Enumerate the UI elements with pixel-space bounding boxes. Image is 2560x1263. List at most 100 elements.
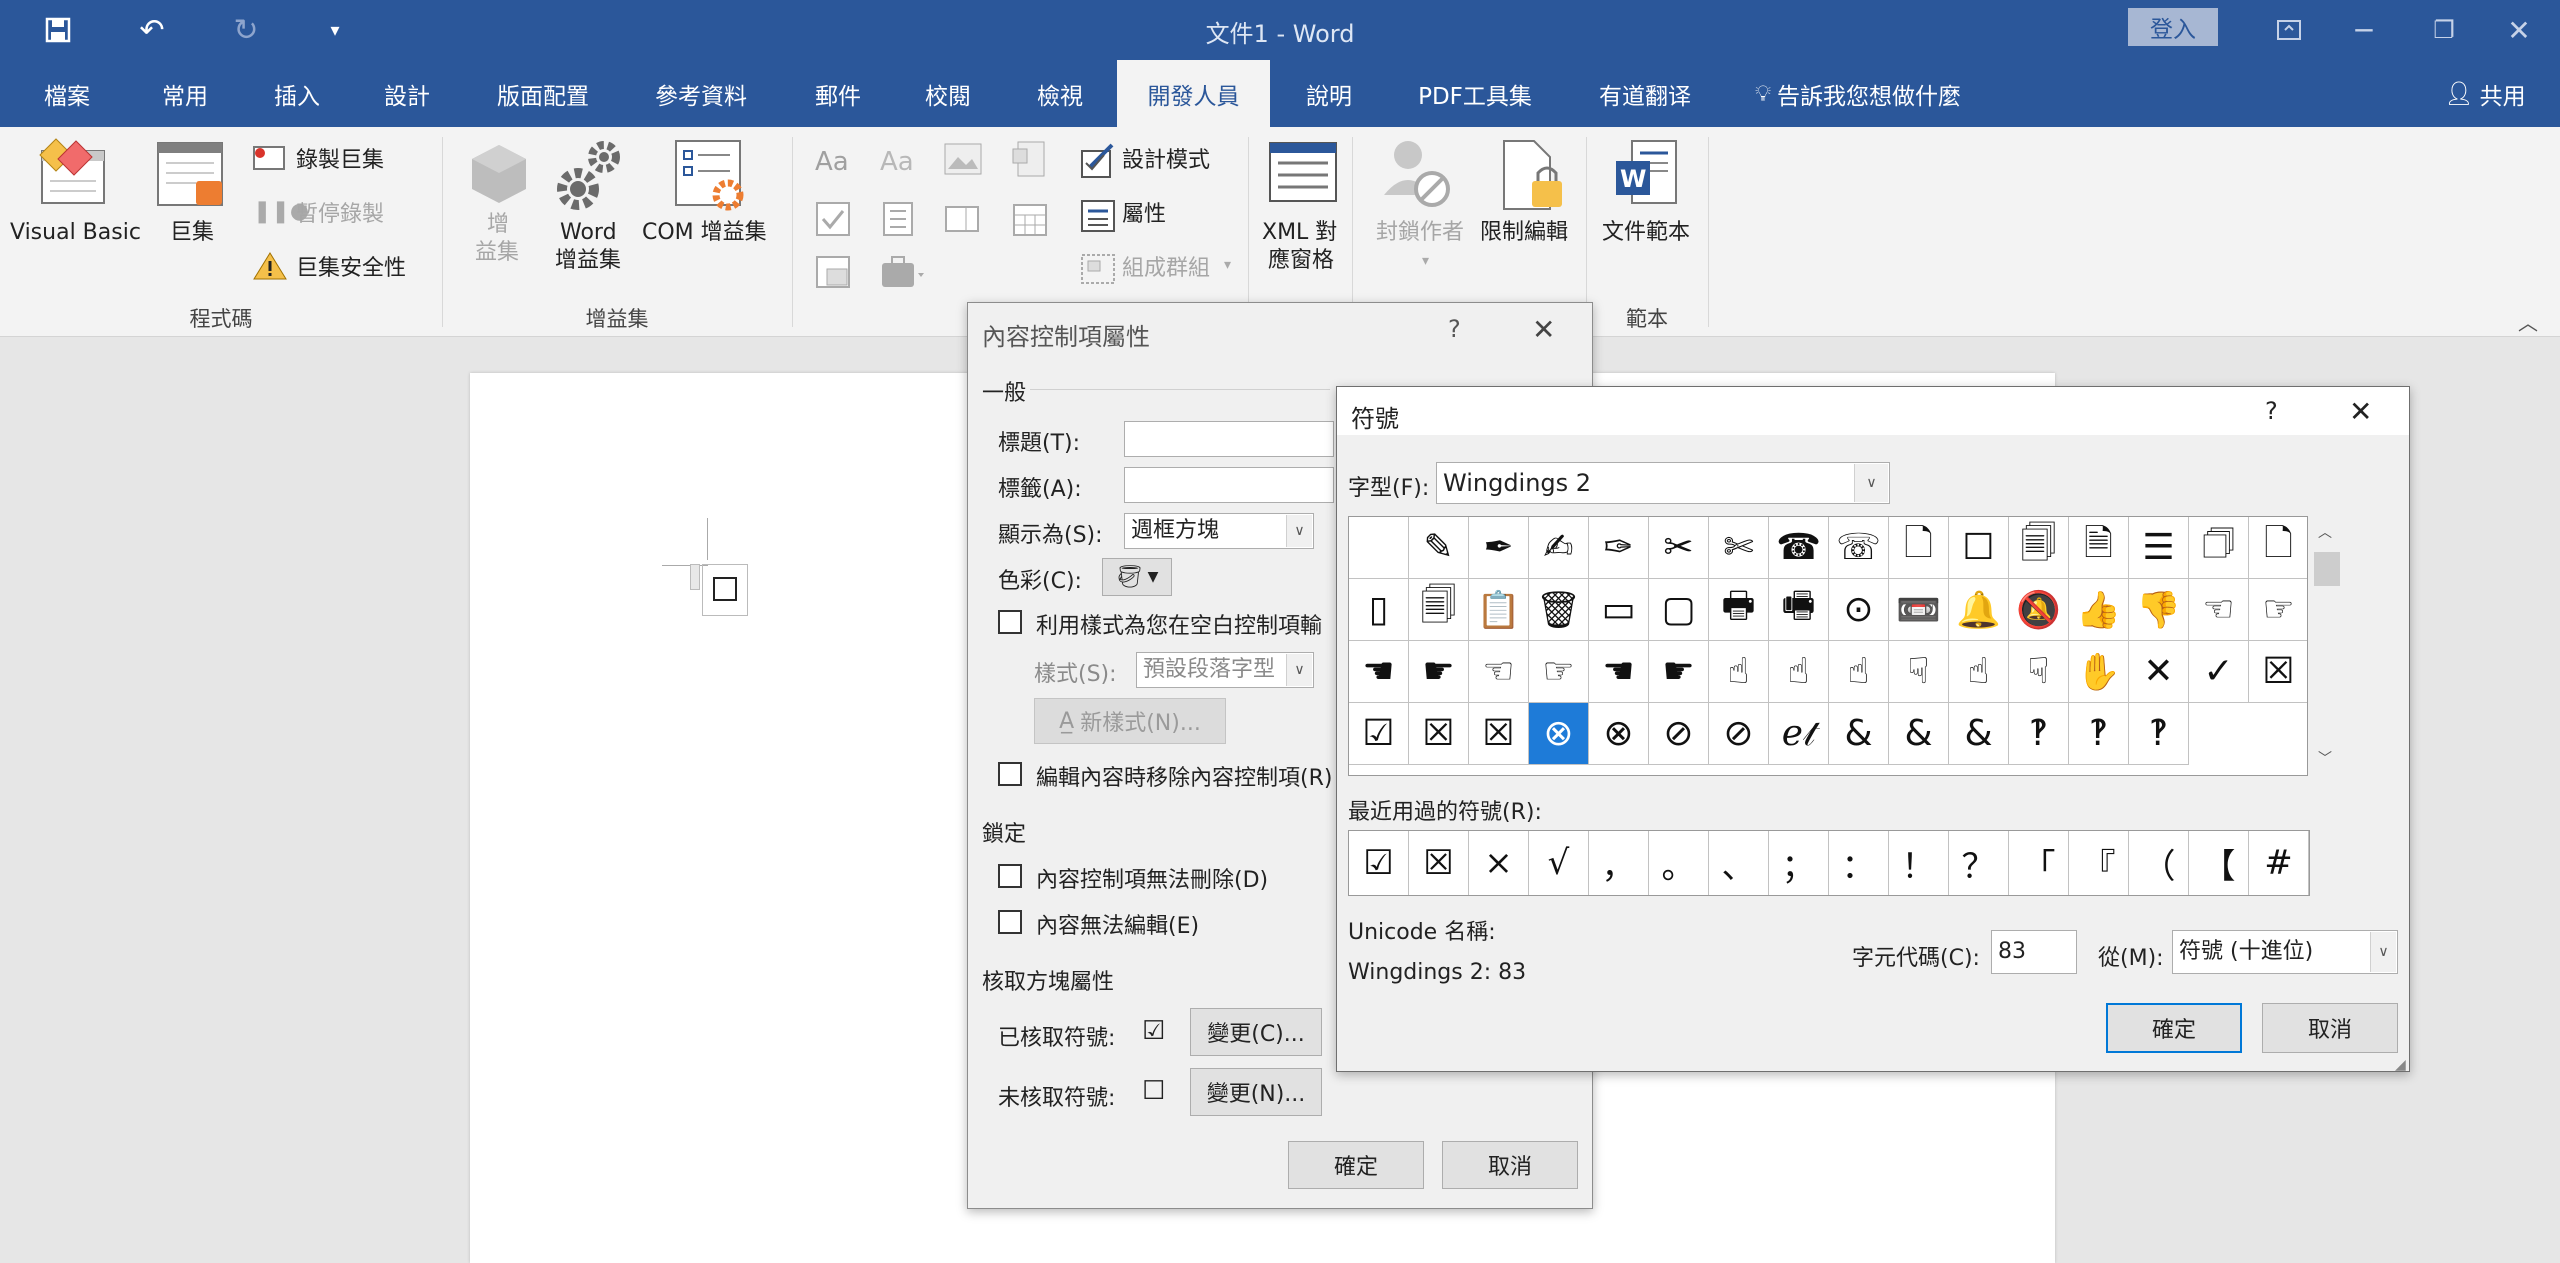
change-unchecked-button[interactable]: 變更(N)... — [1190, 1068, 1322, 1116]
symbol-cell[interactable]: ‽ — [2129, 703, 2189, 765]
symbol-cell[interactable]: 👎 — [2129, 579, 2189, 641]
color-picker-button[interactable]: 🪣︎ ▼ — [1102, 558, 1172, 596]
group-button[interactable]: 組成群組 — [1122, 255, 1210, 283]
tab-file[interactable]: 檔案 — [24, 60, 110, 127]
symbol-cell[interactable]: ☝ — [1769, 641, 1829, 703]
plain-text-control-icon[interactable]: Aa — [880, 147, 914, 177]
resize-grip-icon[interactable]: ◢ — [2395, 1057, 2406, 1073]
symbol-cell[interactable]: ☑ — [1349, 703, 1409, 765]
help-icon[interactable]: ? — [1448, 315, 1461, 343]
block-authors-button[interactable]: 封鎖作者 — [1376, 219, 1464, 247]
symbol-cell[interactable]: ☞ — [2249, 579, 2307, 641]
change-checked-button[interactable]: 變更(C)... — [1190, 1008, 1322, 1056]
no-delete-checkbox[interactable] — [998, 864, 1022, 888]
symbol-cell[interactable]: ⊘ — [1649, 703, 1709, 765]
symbol-cell[interactable]: 🔔 — [1949, 579, 2009, 641]
symbol-cell[interactable]: ✒ — [1469, 517, 1529, 579]
symbol-cell[interactable]: ▭ — [1589, 579, 1649, 641]
symbol-cell[interactable]: 👍 — [2069, 579, 2129, 641]
properties-button[interactable]: 屬性 — [1122, 201, 1166, 229]
recent-symbol-cell[interactable]: × — [1469, 831, 1529, 895]
symbol-cell[interactable]: 🗐 — [2009, 517, 2069, 579]
symbol-cell[interactable]: ☒ — [2249, 641, 2307, 703]
recent-symbol-cell[interactable]: 『 — [2069, 831, 2129, 895]
recent-symbol-cell[interactable]: ！ — [1889, 831, 1949, 895]
symbol-cell[interactable]: 📼 — [1889, 579, 1949, 641]
symbol-cell[interactable]: ☝ — [1949, 641, 2009, 703]
help-icon[interactable]: ? — [2265, 397, 2278, 425]
symbol-cell[interactable]: ☏ — [1829, 517, 1889, 579]
recent-symbol-cell[interactable]: ： — [1829, 831, 1889, 895]
symbol-cell[interactable]: ⊗ — [1529, 703, 1589, 765]
tab-help[interactable]: 說明 — [1290, 60, 1368, 127]
symbol-cancel-button[interactable]: 取消 — [2262, 1003, 2398, 1053]
symbol-cell[interactable]: & — [1829, 703, 1889, 765]
scroll-up-icon[interactable]: ︿ — [2318, 522, 2332, 542]
symbol-cell[interactable]: ✍ — [1529, 517, 1589, 579]
ribbon-display-options-icon[interactable] — [2265, 10, 2313, 50]
symbol-cell[interactable] — [1349, 517, 1409, 579]
tab-youdao[interactable]: 有道翻译 — [1575, 60, 1715, 127]
symbol-cell[interactable]: ☒ — [1409, 703, 1469, 765]
tab-design[interactable]: 設計 — [362, 60, 452, 127]
recent-symbol-cell[interactable]: ； — [1769, 831, 1829, 895]
recent-symbol-cell[interactable]: 【 — [2189, 831, 2249, 895]
content-control-handle[interactable] — [690, 564, 700, 590]
tab-view[interactable]: 檢視 — [1014, 60, 1106, 127]
document-template-button[interactable]: 文件範本 — [1602, 219, 1690, 247]
symbol-cell[interactable]: ✕ — [2129, 641, 2189, 703]
use-style-checkbox[interactable] — [998, 610, 1022, 634]
symbol-cell[interactable]: ☟ — [2009, 641, 2069, 703]
from-select[interactable]: 符號 (十進位) ∨ — [2172, 930, 2398, 974]
symbol-cell[interactable]: ☜ — [2189, 579, 2249, 641]
xml-mapping-pane-button[interactable]: XML 對 — [1262, 219, 1337, 247]
tab-pdf-tools[interactable]: PDF工具集 — [1395, 60, 1555, 127]
macro-security-button[interactable]: 巨集安全性 — [296, 255, 406, 283]
symbol-cell[interactable]: 🖷 — [1769, 579, 1829, 641]
macros-button[interactable]: 巨集 — [170, 219, 214, 247]
legacy-tools-icon[interactable] — [880, 253, 928, 294]
recent-symbol-cell[interactable]: 、 — [1709, 831, 1769, 895]
repeating-section-control-icon[interactable] — [815, 255, 851, 296]
symbol-grid-scrollbar[interactable]: ︿ ﹀ — [2312, 516, 2342, 776]
tab-layout[interactable]: 版面配置 — [470, 60, 616, 127]
symbol-cell[interactable]: ⊗ — [1589, 703, 1649, 765]
tag-field[interactable] — [1124, 467, 1334, 503]
symbol-cell[interactable]: ✓ — [2189, 641, 2249, 703]
rich-text-control-icon[interactable]: Aa — [815, 147, 849, 177]
symbol-cell[interactable]: 📋 — [1469, 579, 1529, 641]
symbol-cell[interactable]: ☒ — [1469, 703, 1529, 765]
symbol-cell[interactable]: 🗎 — [2069, 517, 2129, 579]
design-mode-button[interactable]: 設計模式 — [1122, 147, 1210, 175]
visual-basic-button[interactable]: Visual Basic — [10, 219, 141, 247]
tab-insert[interactable]: 插入 — [252, 60, 342, 127]
checkbox-content-control[interactable] — [702, 564, 748, 616]
com-addins-button[interactable]: COM 增益集 — [642, 219, 767, 247]
symbol-cell[interactable]: ☚ — [1349, 641, 1409, 703]
login-button[interactable]: 登入 — [2128, 8, 2218, 46]
symbol-cell[interactable]: ‽ — [2069, 703, 2129, 765]
scroll-down-icon[interactable]: ﹀ — [2318, 748, 2332, 768]
symbol-cell[interactable]: ☛ — [1649, 641, 1709, 703]
symbol-cell[interactable]: ✄ — [1709, 517, 1769, 579]
symbol-cell[interactable]: ☐ — [1949, 517, 2009, 579]
picture-control-icon[interactable] — [944, 143, 982, 180]
symbol-cell[interactable]: ☜ — [1469, 641, 1529, 703]
word-addins-button[interactable]: Word — [560, 219, 617, 247]
recent-symbol-cell[interactable]: ☒ — [1409, 831, 1469, 895]
share-button[interactable]: 👤︎ 共用 — [2430, 60, 2540, 127]
symbol-cell[interactable]: ☛ — [1409, 641, 1469, 703]
symbol-cell[interactable]: ✂ — [1649, 517, 1709, 579]
symbol-cell[interactable]: ⊘ — [1709, 703, 1769, 765]
collapse-ribbon-icon[interactable]: ︿ — [2518, 307, 2538, 336]
addins-button[interactable]: 增 — [487, 211, 509, 239]
close-icon[interactable]: ✕ — [1532, 313, 1555, 346]
symbol-cell[interactable]: ☰ — [2129, 517, 2189, 579]
checkbox-control-icon[interactable] — [815, 201, 851, 242]
tab-home[interactable]: 常用 — [140, 60, 230, 127]
record-macro-button[interactable]: 錄製巨集 — [296, 147, 384, 175]
symbol-cell[interactable]: ℯ𝓉 — [1769, 703, 1829, 765]
symbol-ok-button[interactable]: 確定 — [2106, 1003, 2242, 1053]
symbol-cell[interactable]: 🖶 — [1709, 579, 1769, 641]
symbol-cell[interactable]: ☞ — [1529, 641, 1589, 703]
